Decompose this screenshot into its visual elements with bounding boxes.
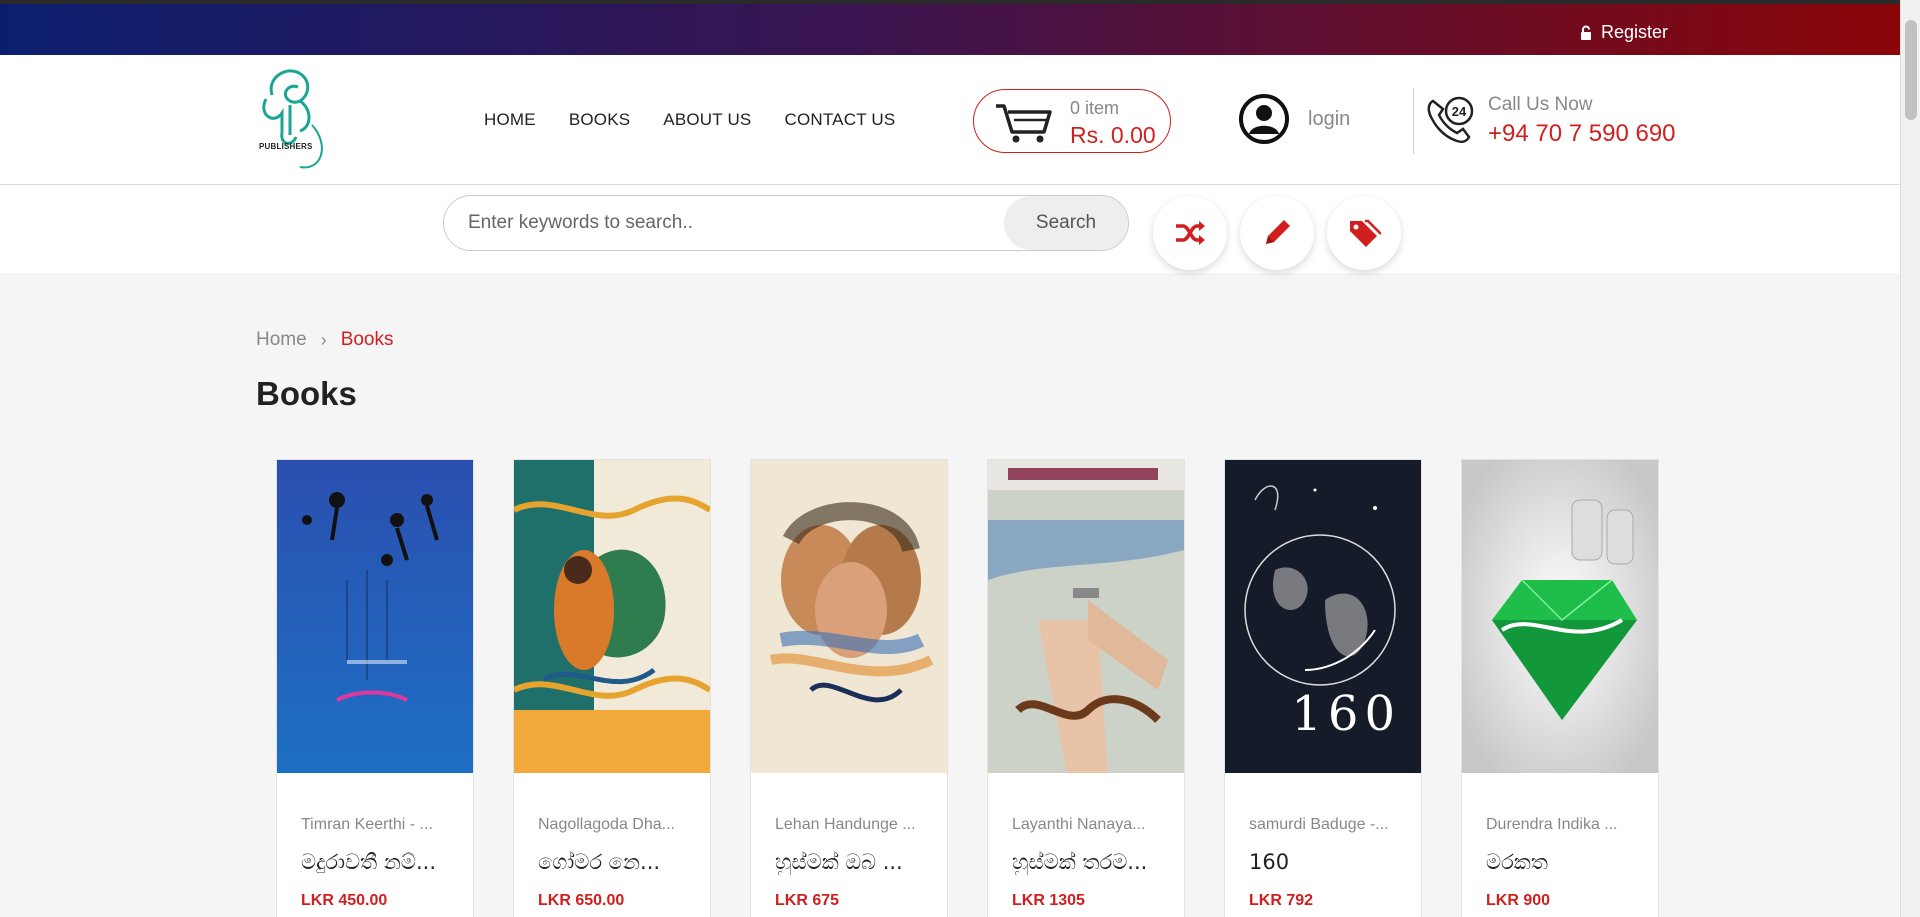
book-price: LKR 900 (1486, 892, 1551, 909)
top-bar: Register (0, 0, 1900, 55)
book-title[interactable]: 160 (1249, 850, 1409, 874)
book-card[interactable]: Nagollagoda Dha... ගෝමර නෙ... LKR 650.00 (513, 459, 711, 917)
search-box: Search (443, 195, 1129, 251)
scrollbar[interactable] (1900, 0, 1920, 917)
book-price: LKR 650.00 (538, 892, 625, 909)
book-card[interactable]: Durendra Indika ... මරකත LKR 900 (1461, 459, 1659, 917)
book-author: Layanthi Nanaya... (1012, 816, 1146, 833)
book-card[interactable]: Layanthi Nanaya... හුස්මක් තරම... LKR 13… (987, 459, 1185, 917)
search-button[interactable]: Search (1004, 196, 1128, 250)
book-price: LKR 450.00 (301, 892, 388, 909)
book-author: Timran Keerthi - ... (301, 816, 433, 833)
book-cover[interactable] (277, 460, 473, 773)
header-divider (1413, 88, 1414, 154)
book-title[interactable]: ගෝමර නෙ... (538, 850, 698, 875)
breadcrumb-current: Books (340, 329, 394, 350)
nav-contact-us[interactable]: CONTACT US (784, 110, 895, 130)
call-label: Call Us Now (1488, 94, 1593, 115)
call-phone[interactable]: +94 70 7 590 690 (1488, 120, 1676, 148)
user-icon (1239, 94, 1289, 144)
book-title[interactable]: මදුරාවතී නම්... (301, 850, 461, 875)
breadcrumb-home[interactable]: Home (256, 329, 307, 351)
svg-text:160: 160 (1291, 686, 1401, 742)
book-title[interactable]: හුස්මක් තරම... (1012, 850, 1172, 875)
search-section: Search (0, 185, 1900, 273)
search-input[interactable] (468, 196, 918, 250)
main-nav: HOME BOOKS ABOUT US CONTACT US (484, 110, 895, 130)
tags-button[interactable] (1327, 196, 1401, 270)
register-link[interactable]: Register (1579, 22, 1668, 43)
logo[interactable] (252, 65, 332, 175)
page-title: Books (256, 375, 357, 412)
unlock-icon (1580, 25, 1591, 40)
pencil-button[interactable] (1240, 196, 1314, 270)
book-title[interactable]: මරකත (1486, 850, 1646, 875)
book-author: samurdi Baduge -... (1249, 816, 1389, 833)
nav-books[interactable]: BOOKS (569, 110, 630, 130)
scrollbar-thumb[interactable] (1905, 20, 1917, 120)
site-header: PUBLISHERS HOME BOOKS ABOUT US CONTACT U… (0, 55, 1900, 185)
cart-icon (996, 104, 1052, 143)
book-author: Nagollagoda Dha... (538, 816, 675, 833)
book-card[interactable]: 160 samurdi Baduge -... 160 LKR 792 (1224, 459, 1422, 917)
book-card[interactable]: Lehan Handunge ... හුස්මක් ඔබ ... LKR 67… (750, 459, 948, 917)
register-label: Register (1600, 22, 1668, 42)
cart-count: 0 item (1070, 98, 1120, 118)
breadcrumb: Home › Books (256, 329, 394, 351)
book-cover[interactable] (1462, 460, 1658, 773)
logo-text: PUBLISHERS (259, 142, 313, 151)
book-cover[interactable]: 160 (1225, 460, 1421, 773)
nav-home[interactable]: HOME (484, 110, 536, 130)
nav-about-us[interactable]: ABOUT US (663, 110, 751, 130)
login-label: login (1308, 107, 1351, 130)
shuffle-button[interactable] (1153, 196, 1227, 270)
book-cover[interactable] (751, 460, 947, 773)
book-author: Lehan Handunge ... (775, 816, 916, 833)
phone-24-icon: 24 (1423, 93, 1477, 152)
chevron-right-icon: › (320, 329, 327, 350)
svg-text:24: 24 (1452, 104, 1467, 119)
book-cover[interactable] (514, 460, 710, 773)
book-price: LKR 675 (775, 892, 840, 909)
pencil-icon (1266, 220, 1290, 244)
cart-button[interactable]: 0 item Rs. 0.00 (973, 89, 1171, 153)
cart-total: Rs. 0.00 (1070, 122, 1156, 148)
login-link[interactable]: login (1238, 93, 1350, 145)
book-author: Durendra Indika ... (1486, 816, 1618, 833)
book-price: LKR 792 (1249, 892, 1314, 909)
book-price: LKR 1305 (1012, 892, 1085, 909)
book-title[interactable]: හුස්මක් ඔබ ... (775, 850, 935, 875)
book-card[interactable]: Timran Keerthi - ... මදුරාවතී නම්... LKR… (276, 459, 474, 917)
tags-icon (1350, 219, 1381, 247)
book-cover[interactable] (988, 460, 1184, 773)
book-grid: Timran Keerthi - ... මදුරාවතී නම්... LKR… (276, 459, 1662, 917)
shuffle-icon (1176, 221, 1205, 245)
